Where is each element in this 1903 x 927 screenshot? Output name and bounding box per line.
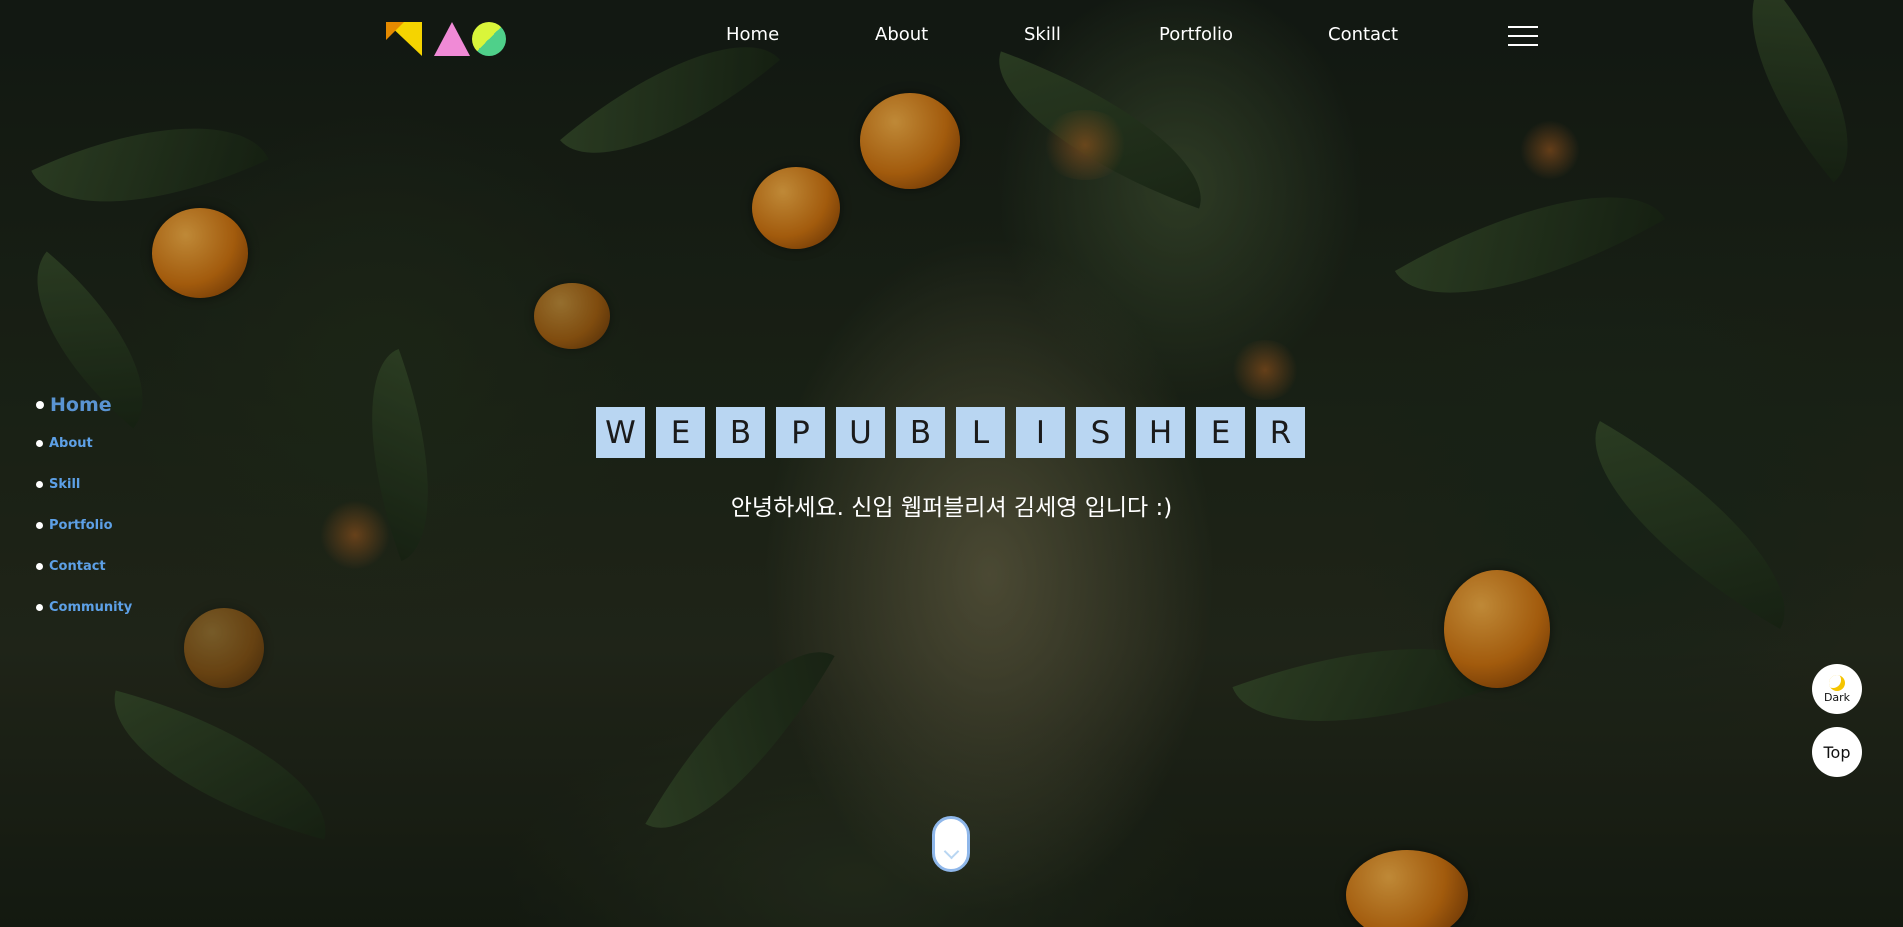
title-letter: E xyxy=(656,407,705,458)
moon-icon xyxy=(1829,674,1845,691)
title-letter: B xyxy=(896,407,945,458)
side-nav-label: Community xyxy=(49,600,133,615)
title-letter: E xyxy=(1196,407,1245,458)
title-letter: P xyxy=(776,407,825,458)
bullet-dot xyxy=(36,604,43,611)
title-letter: R xyxy=(1256,407,1305,458)
side-nav-contact[interactable]: Contact xyxy=(36,559,106,574)
bullet-dot xyxy=(36,522,43,529)
nav-home[interactable]: Home xyxy=(726,24,779,45)
hamburger-icon[interactable] xyxy=(1508,26,1538,48)
title-letter: B xyxy=(716,407,765,458)
back-to-top-button[interactable]: Top xyxy=(1812,727,1862,777)
title-letter: H xyxy=(1136,407,1185,458)
nav-portfolio[interactable]: Portfolio xyxy=(1159,24,1233,45)
side-nav-label: About xyxy=(49,436,93,451)
nav-skill[interactable]: Skill xyxy=(1024,24,1061,45)
side-nav-home[interactable]: Home xyxy=(36,394,112,416)
title-letter: U xyxy=(836,407,885,458)
dark-mode-label: Dark xyxy=(1823,690,1851,704)
title-letter: I xyxy=(1016,407,1065,458)
bullet-dot xyxy=(36,563,43,570)
hero-background-image xyxy=(0,0,1903,927)
nav-contact[interactable]: Contact xyxy=(1328,24,1398,45)
background-overlay xyxy=(0,0,1903,927)
bullet-dot xyxy=(36,481,43,488)
hero-title: W E B P U B L I S H E R xyxy=(596,407,1308,458)
title-letter: W xyxy=(596,407,645,458)
title-letter: L xyxy=(956,407,1005,458)
dark-mode-button[interactable]: Dark xyxy=(1812,664,1862,714)
side-nav-label: Contact xyxy=(49,559,106,574)
bullet-dot xyxy=(36,401,44,409)
side-nav-about[interactable]: About xyxy=(36,436,93,451)
hero-subtitle: 안녕하세요. 신입 웹퍼블리셔 김세영 입니다 :) xyxy=(730,495,1173,521)
header: Home About Skill Portfolio Contact xyxy=(0,0,1903,76)
back-to-top-label: Top xyxy=(1823,742,1851,762)
title-letter: S xyxy=(1076,407,1125,458)
scroll-down-button[interactable] xyxy=(932,816,970,872)
main-nav: Home About Skill Portfolio Contact xyxy=(0,24,1903,54)
nav-about[interactable]: About xyxy=(875,24,928,45)
bullet-dot xyxy=(36,440,43,447)
chevron-down-icon xyxy=(943,843,959,860)
side-nav-label: Home xyxy=(50,394,112,416)
side-nav-community[interactable]: Community xyxy=(36,600,132,615)
